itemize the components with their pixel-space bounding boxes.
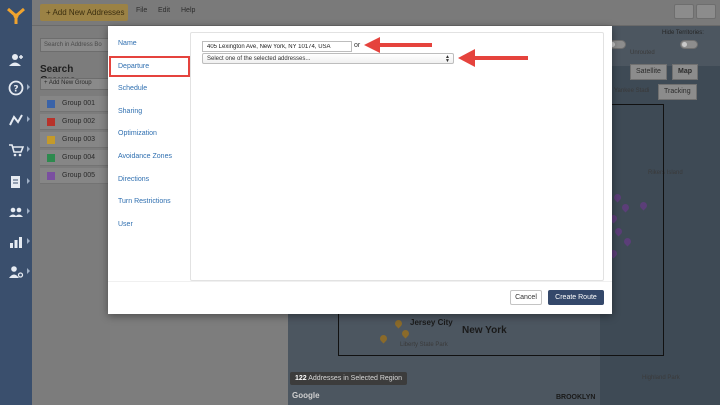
satellite-button[interactable]: Satellite [630, 64, 667, 80]
map-button[interactable]: Map [672, 64, 698, 80]
group-row[interactable]: Group 005 [40, 168, 110, 184]
group-color-swatch [47, 154, 55, 162]
map-label-liberty: Liberty State Park [400, 342, 448, 348]
team-icon[interactable] [0, 200, 32, 224]
nav-optimization[interactable]: Optimization [118, 130, 157, 137]
departure-select-placeholder: Select one of the selected addresses... [207, 56, 311, 62]
top-toolbar: + Add New Addresses File Edit Help [32, 0, 720, 26]
map-label-jersey-city: Jersey City [410, 318, 453, 327]
modal-nav: Name Departure Schedule Sharing Optimiza… [108, 26, 190, 314]
select-arrows-icon: ▲ ▼ [445, 54, 450, 64]
departure-address-input[interactable] [202, 41, 352, 52]
tracking-button[interactable]: Tracking [658, 84, 697, 100]
add-new-group-button[interactable]: + Add New Group [40, 78, 110, 90]
selected-region-text: Addresses in Selected Region [306, 375, 403, 382]
route-settings-modal: Name Departure Schedule Sharing Optimiza… [108, 26, 612, 314]
nav-schedule[interactable]: Schedule [118, 85, 147, 92]
nav-avoidance-zones[interactable]: Avoidance Zones [118, 153, 172, 160]
nav-sharing[interactable]: Sharing [118, 108, 142, 115]
map-label-yankee: Yankee Stadi [614, 88, 650, 94]
address-book-search-input[interactable]: Search in Address Bo [40, 38, 110, 52]
selected-address-count: 122 [295, 375, 307, 382]
add-new-addresses-button[interactable]: + Add New Addresses [40, 4, 128, 21]
group-label: Group 002 [62, 118, 96, 125]
hide-territories-toggle[interactable] [680, 40, 698, 49]
nav-turn-restrictions[interactable]: Turn Restrictions [118, 198, 171, 205]
menu-file[interactable]: File [136, 7, 147, 14]
unrouted-label: Unrouted [630, 50, 655, 56]
menu-help[interactable]: Help [181, 7, 195, 14]
group-row[interactable]: Group 001 [40, 96, 110, 112]
departure-panel [190, 32, 604, 281]
fullscreen-icon[interactable] [696, 4, 716, 19]
annotation-arrow-icon [364, 37, 432, 53]
group-row[interactable]: Group 002 [40, 114, 110, 130]
google-logo: Google [292, 391, 320, 400]
menu-edit[interactable]: Edit [158, 7, 170, 14]
group-label: Group 005 [62, 172, 96, 179]
group-label: Group 004 [62, 154, 96, 161]
user-settings-icon[interactable] [0, 260, 32, 284]
app-sidebar: ? [0, 0, 32, 405]
app-logo-icon[interactable] [6, 6, 26, 26]
or-label: or [354, 42, 361, 49]
address-groups-panel: Search in Address Bo Search Groups + Add… [32, 26, 110, 405]
group-label: Group 001 [62, 100, 96, 107]
nav-user[interactable]: User [118, 221, 133, 228]
modal-footer-divider [108, 281, 612, 282]
map-label-highland-park: Highland Park [642, 375, 680, 381]
svg-text:?: ? [13, 85, 18, 95]
group-label: Group 003 [62, 136, 96, 143]
analytics-icon[interactable] [0, 230, 32, 254]
video-icon[interactable] [674, 4, 694, 19]
group-row[interactable]: Group 003 [40, 132, 110, 148]
create-route-button[interactable]: Create Route [548, 290, 604, 305]
map-label-brooklyn: BROOKLYN [556, 394, 596, 401]
annotation-arrow-icon [458, 49, 528, 67]
group-color-swatch [47, 172, 55, 180]
nav-directions[interactable]: Directions [118, 176, 149, 183]
documents-icon[interactable] [0, 170, 32, 194]
nav-departure[interactable]: Departure [118, 63, 149, 70]
cart-icon[interactable] [0, 138, 32, 162]
selected-region-status: 122 Addresses in Selected Region [290, 372, 408, 385]
routes-icon[interactable] [0, 108, 32, 132]
add-user-icon[interactable] [0, 48, 32, 72]
group-color-swatch [47, 100, 55, 108]
nav-name[interactable]: Name [118, 40, 137, 47]
group-color-swatch [47, 136, 55, 144]
hide-territories-label: Hide Territories: [662, 30, 704, 36]
help-icon[interactable]: ? [0, 76, 32, 100]
group-color-swatch [47, 118, 55, 126]
departure-address-select[interactable]: Select one of the selected addresses... … [202, 53, 454, 64]
cancel-button[interactable]: Cancel [510, 290, 542, 305]
map-label-new-york: New York [462, 325, 507, 336]
group-row[interactable]: Group 004 [40, 150, 110, 166]
